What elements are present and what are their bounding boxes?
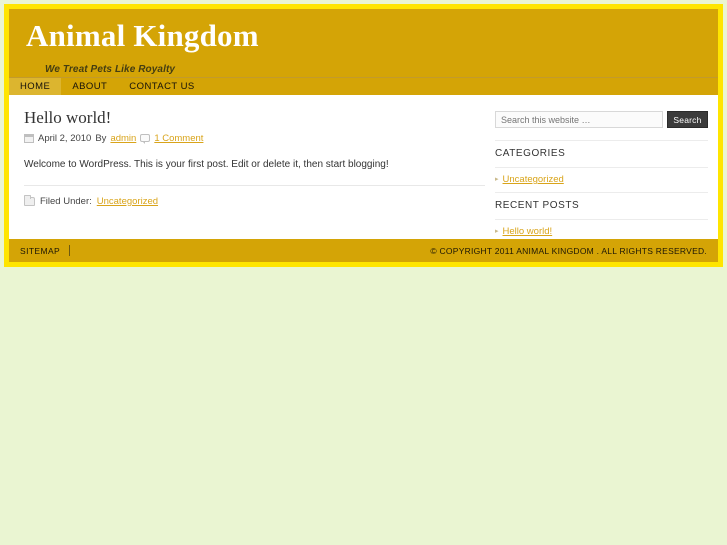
site-title: Animal Kingdom xyxy=(26,18,259,53)
calendar-icon xyxy=(24,133,34,143)
comment-bubble-icon xyxy=(140,134,151,145)
search-input[interactable] xyxy=(495,111,663,128)
category-link-uncategorized[interactable]: Uncategorized xyxy=(503,174,564,185)
footer-left: SITEMAP xyxy=(20,245,71,256)
widget-recent-posts: RECENT POSTS ▸ Hello world! xyxy=(495,192,708,244)
search-form: Search xyxy=(495,111,708,128)
search-button[interactable]: Search xyxy=(667,111,708,128)
post-title: Hello world! xyxy=(24,108,112,127)
post-author-link[interactable]: admin xyxy=(110,133,136,144)
post-filed-under: Filed Under: Uncategorized xyxy=(24,194,485,207)
site-tagline: We Treat Pets Like Royalty xyxy=(45,64,176,75)
footer-link-sitemap[interactable]: SITEMAP xyxy=(20,246,60,256)
widget-title-recent-posts: RECENT POSTS xyxy=(495,192,708,219)
list-item[interactable]: ▸ Uncategorized xyxy=(495,167,708,192)
bullet-icon: ▸ xyxy=(495,176,499,183)
categories-list: ▸ Uncategorized xyxy=(495,167,708,192)
post-meta: April 2, 2010 By admin 1 Comment xyxy=(24,132,485,145)
nav-item-about[interactable]: ABOUT xyxy=(61,78,118,95)
bullet-icon: ▸ xyxy=(495,228,499,235)
footer-divider xyxy=(69,245,71,256)
sidebar: Search CATEGORIES ▸ Uncategorized RECENT… xyxy=(485,105,708,255)
widget-categories: CATEGORIES ▸ Uncategorized xyxy=(495,140,708,192)
recent-post-link-hello-world[interactable]: Hello world! xyxy=(503,226,553,237)
content-area: Hello world! April 2, 2010 By admin 1 Co… xyxy=(9,95,718,255)
folder-icon xyxy=(24,194,35,206)
site-header: Animal Kingdom We Treat Pets Like Royalt… xyxy=(9,9,718,77)
filed-under-label: Filed Under: xyxy=(40,195,92,207)
main-navigation: HOME ABOUT CONTACT US xyxy=(9,77,718,95)
post-comments-link[interactable]: 1 Comment xyxy=(154,133,203,144)
post-by-label: By xyxy=(95,132,107,144)
footer-copyright: © COPYRIGHT 2011 ANIMAL KINGDOM . ALL RI… xyxy=(430,245,707,256)
post-date: April 2, 2010 xyxy=(38,132,92,144)
nav-item-contact-us[interactable]: CONTACT US xyxy=(118,78,205,95)
post-body: Welcome to WordPress. This is your first… xyxy=(24,158,389,170)
main-column: Hello world! April 2, 2010 By admin 1 Co… xyxy=(19,105,485,255)
widget-title-categories: CATEGORIES xyxy=(495,140,708,167)
post-category-link[interactable]: Uncategorized xyxy=(97,196,158,207)
site-footer: SITEMAP © COPYRIGHT 2011 ANIMAL KINGDOM … xyxy=(4,239,723,267)
site-frame: Animal Kingdom We Treat Pets Like Royalt… xyxy=(4,4,723,267)
post-divider xyxy=(24,184,485,186)
nav-item-home[interactable]: HOME xyxy=(9,78,62,95)
